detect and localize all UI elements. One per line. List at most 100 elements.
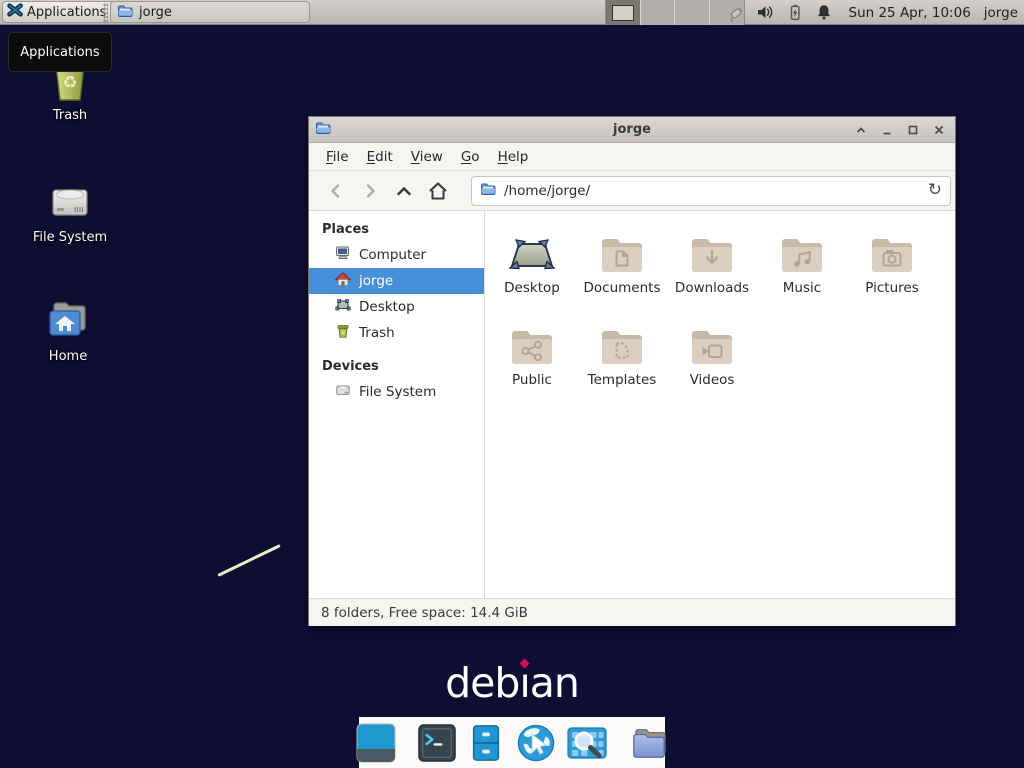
devices-header: Devices xyxy=(309,346,484,379)
reload-icon[interactable]: ↻ xyxy=(928,182,942,199)
workspace-switcher xyxy=(605,0,745,25)
desktop-icon-filesystem[interactable]: File System xyxy=(15,177,125,245)
folder-icon xyxy=(117,3,133,22)
menu-view[interactable]: View xyxy=(402,144,452,170)
places-header: Places xyxy=(309,216,484,242)
folder-videos[interactable]: Videos xyxy=(667,316,757,388)
folder-templates[interactable]: Templates xyxy=(577,316,667,388)
workspace-1[interactable] xyxy=(606,0,641,25)
path-folder-icon xyxy=(480,181,496,200)
logo-text-part2: an xyxy=(530,659,579,707)
terminal-icon[interactable] xyxy=(418,723,456,763)
sidebar-item-desktop[interactable]: Desktop xyxy=(309,294,484,320)
taskbar-window-button[interactable]: jorge xyxy=(110,1,310,23)
taskbar-window-label: jorge xyxy=(139,5,172,20)
home-folder-icon xyxy=(44,296,92,344)
logo-text-part1: deb xyxy=(445,659,519,707)
panel-clock[interactable]: Sun 25 Apr, 10:06 xyxy=(843,5,971,21)
folder-label: Videos xyxy=(667,372,757,388)
home-button[interactable] xyxy=(421,176,455,206)
sidebar-item-label: File System xyxy=(359,384,436,400)
menu-go[interactable]: Go xyxy=(452,144,489,170)
workspace-3[interactable] xyxy=(675,0,710,25)
top-panel: Applications jorge xyxy=(0,0,1024,25)
folder-label: Desktop xyxy=(487,280,577,296)
folder-label: Music xyxy=(757,280,847,296)
folder-desktop[interactable]: Desktop xyxy=(487,224,577,296)
folder-label: Documents xyxy=(577,280,667,296)
workspace-2[interactable] xyxy=(641,0,676,25)
folder-documents[interactable]: Documents xyxy=(577,224,667,296)
desktop-icon-label: File System xyxy=(15,230,125,245)
sidebar-item-computer[interactable]: Computer xyxy=(309,242,484,268)
application-finder-icon[interactable] xyxy=(567,723,607,763)
desktop-artifact-line xyxy=(217,544,280,577)
templates-folder-icon xyxy=(577,316,667,368)
debian-wordmark: debıan xyxy=(382,659,642,707)
sidebar-item-label: jorge xyxy=(359,273,393,289)
panel-username[interactable]: jorge xyxy=(980,5,1018,21)
network-icon[interactable] xyxy=(727,3,747,23)
folder-music[interactable]: Music xyxy=(757,224,847,296)
sidebar-item-jorge[interactable]: jorge xyxy=(309,268,484,294)
pictures-folder-icon xyxy=(847,224,937,276)
public-folder-icon xyxy=(487,316,577,368)
desktop-mini-icon xyxy=(335,297,351,317)
applications-tooltip: Applications xyxy=(8,32,112,72)
status-bar: 8 folders, Free space: 14.4 GiB xyxy=(309,598,955,626)
music-folder-icon xyxy=(757,224,847,276)
desktop-icon-home[interactable]: Home xyxy=(13,296,123,364)
home-icon xyxy=(335,271,351,291)
web-browser-globe-icon[interactable] xyxy=(516,723,556,763)
status-text: 8 folders, Free space: 14.4 GiB xyxy=(321,605,528,621)
folder-pictures[interactable]: Pictures xyxy=(847,224,937,296)
toolbar: /home/jorge/ ↻ xyxy=(309,170,955,211)
shade-button[interactable] xyxy=(851,120,871,140)
battery-icon[interactable] xyxy=(785,3,805,23)
downloads-folder-icon xyxy=(667,224,757,276)
folder-label: Downloads xyxy=(667,280,757,296)
forward-button[interactable] xyxy=(353,176,387,206)
file-view: Desktop xyxy=(485,211,955,598)
menu-edit[interactable]: Edit xyxy=(358,144,402,170)
folder-public[interactable]: Public xyxy=(487,316,577,388)
path-text[interactable]: /home/jorge/ xyxy=(504,183,928,199)
places-sidebar: Places Computer xyxy=(309,211,485,598)
maximize-button[interactable] xyxy=(903,120,923,140)
show-desktop-icon[interactable] xyxy=(356,723,396,763)
sidebar-item-label: Trash xyxy=(359,325,395,341)
sidebar-item-trash[interactable]: Trash xyxy=(309,320,484,346)
path-bar[interactable]: /home/jorge/ ↻ xyxy=(471,176,951,206)
applications-menu-label: Applications xyxy=(27,5,106,20)
sidebar-item-label: Computer xyxy=(359,247,426,263)
svg-text:♻: ♻ xyxy=(62,73,77,93)
trash-mini-icon xyxy=(335,323,351,343)
close-button[interactable] xyxy=(929,120,949,140)
window-titlebar[interactable]: jorge xyxy=(309,117,955,143)
panel-drag-handle[interactable] xyxy=(103,3,108,22)
volume-icon[interactable] xyxy=(756,3,776,23)
videos-folder-icon xyxy=(667,316,757,368)
folder-label: Pictures xyxy=(847,280,937,296)
computer-icon xyxy=(335,245,351,265)
applications-menu-button[interactable]: Applications xyxy=(2,1,115,23)
menu-help[interactable]: Help xyxy=(489,144,538,170)
sidebar-item-filesystem[interactable]: File System xyxy=(309,379,484,405)
up-button[interactable] xyxy=(387,176,421,206)
desktop-icon-label: Home xyxy=(13,349,123,364)
xfce-applications-icon xyxy=(6,1,24,23)
file-cabinet-icon[interactable] xyxy=(467,723,505,763)
drive-mini-icon xyxy=(335,382,351,402)
folder-downloads[interactable]: Downloads xyxy=(667,224,757,296)
sidebar-item-label: Desktop xyxy=(359,299,415,315)
dock xyxy=(359,717,665,768)
minimize-button[interactable] xyxy=(877,120,897,140)
tooltip-text: Applications xyxy=(20,45,99,60)
menu-bar: File Edit View Go Help xyxy=(309,143,955,170)
desktop-folder-icon xyxy=(487,224,577,276)
menu-file[interactable]: File xyxy=(317,144,358,170)
notifications-bell-icon[interactable] xyxy=(814,3,834,23)
hard-drive-icon xyxy=(46,177,94,225)
dock-folder-icon[interactable] xyxy=(629,723,669,763)
back-button[interactable] xyxy=(319,176,353,206)
